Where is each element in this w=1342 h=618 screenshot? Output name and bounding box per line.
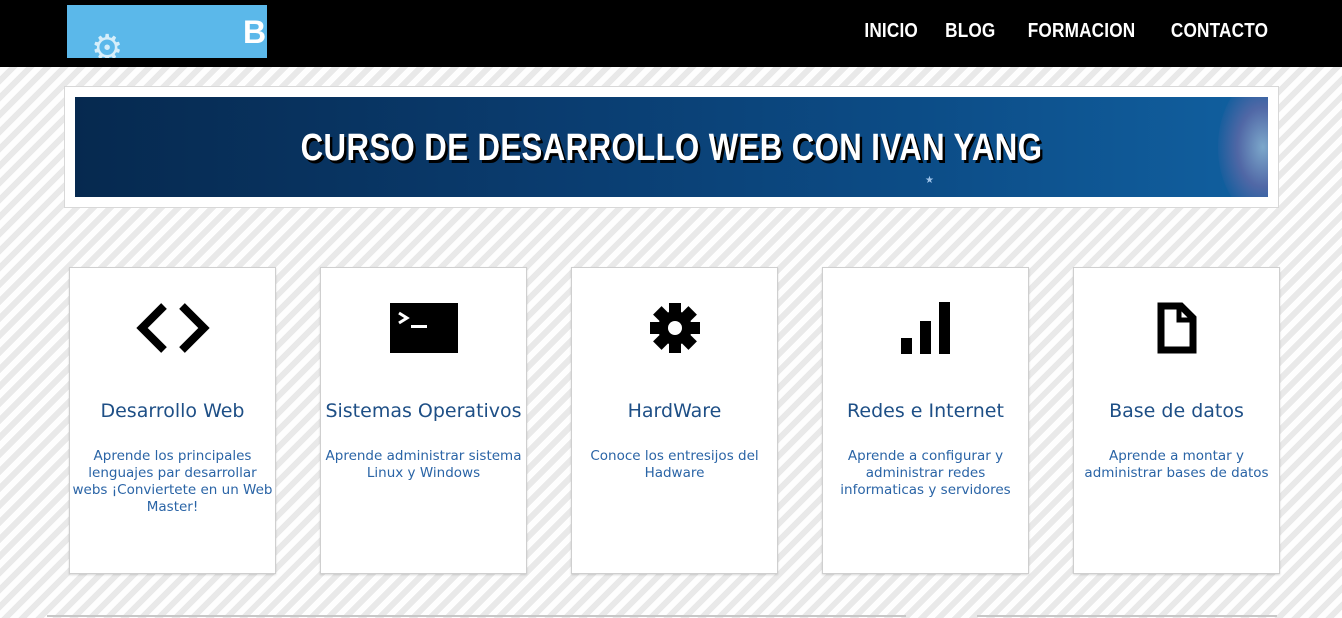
card-hardware[interactable]: HardWare Conoce los entresijos del Hadwa… xyxy=(571,267,778,574)
section-divider xyxy=(977,615,1277,617)
code-icon xyxy=(70,298,275,358)
course-banner: ★ CURSO DE DESARROLLO WEB CON IVAN YANG xyxy=(75,97,1268,197)
logo-text: Bl xyxy=(243,14,267,50)
card-description: Aprende a montar y administrar bases de … xyxy=(1084,448,1269,481)
card-title: Sistemas Operativos xyxy=(325,400,522,422)
card-title: HardWare xyxy=(627,400,722,422)
card-base-de-datos[interactable]: Base de datos Aprende a montar y adminis… xyxy=(1073,267,1280,574)
card-description: Aprende a configurar y administrar redes… xyxy=(840,448,1011,498)
star-icon: ★ xyxy=(925,175,934,186)
site-logo[interactable]: ⚙ Bl xyxy=(67,5,267,58)
nav-formacion[interactable]: FORMACION xyxy=(1028,20,1136,43)
nav-inicio[interactable]: INICIO xyxy=(864,20,918,43)
site-header: ⚙ Bl INICIO BLOG FORMACION CONTACTO xyxy=(0,0,1342,67)
card-redes-internet[interactable]: Redes e Internet Aprende a configurar y … xyxy=(822,267,1029,574)
card-desarrollo-web[interactable]: Desarrollo Web Aprende los principales l… xyxy=(69,267,276,574)
card-title: Desarrollo Web xyxy=(100,400,245,422)
gear-icon xyxy=(572,298,777,358)
card-title: Redes e Internet xyxy=(847,400,1004,422)
signal-bars-icon xyxy=(823,298,1028,358)
nav-blog[interactable]: BLOG xyxy=(945,20,995,43)
card-description: Aprende administrar sistema Linux y Wind… xyxy=(325,448,522,481)
card-sistemas-operativos[interactable]: Sistemas Operativos Aprende administrar … xyxy=(320,267,527,574)
gear-icon: ⚙ xyxy=(91,28,124,59)
card-title: Base de datos xyxy=(1109,400,1244,422)
banner-title: CURSO DE DESARROLLO WEB CON IVAN YANG xyxy=(300,127,1043,169)
banner-glow-decoration xyxy=(1218,97,1268,197)
section-divider xyxy=(47,615,906,617)
main-nav: INICIO BLOG FORMACION CONTACTO xyxy=(860,0,1276,62)
banner-frame: ★ CURSO DE DESARROLLO WEB CON IVAN YANG xyxy=(64,86,1279,208)
card-description: Conoce los entresijos del Hadware xyxy=(590,448,759,481)
card-description: Aprende los principales lenguajes par de… xyxy=(72,448,273,515)
nav-contacto[interactable]: CONTACTO xyxy=(1171,20,1268,43)
terminal-icon xyxy=(321,298,526,358)
document-icon xyxy=(1074,298,1279,358)
